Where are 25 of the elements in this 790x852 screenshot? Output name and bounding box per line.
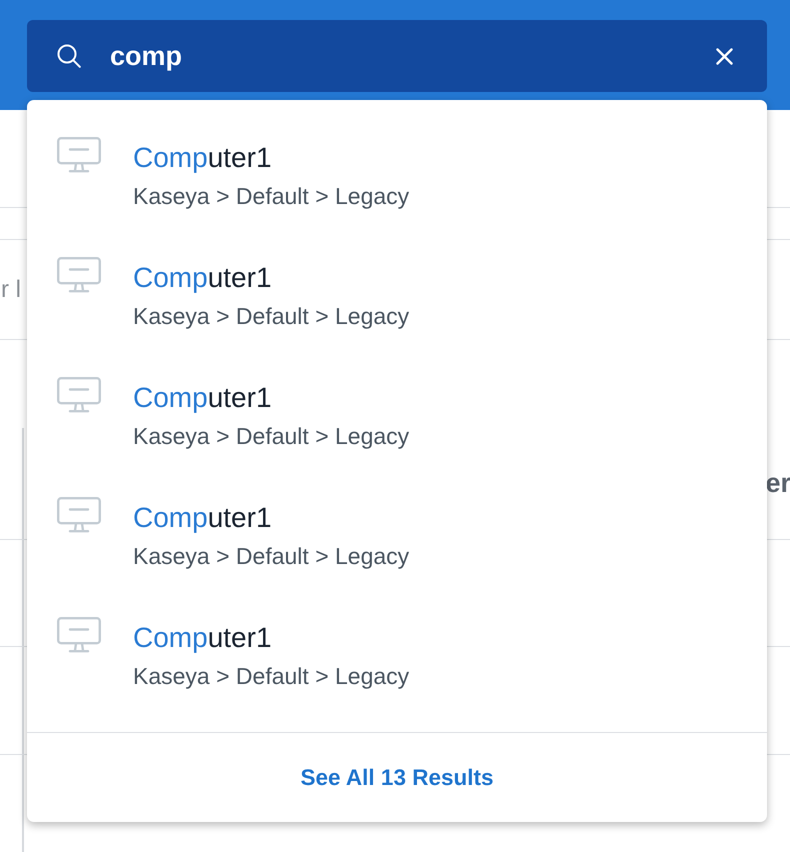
result-title: Computer1: [133, 382, 273, 414]
search-result-item[interactable]: Computer1 Kaseya > Default > Legacy: [27, 476, 767, 596]
see-all-link[interactable]: See All 13 Results: [300, 764, 494, 790]
close-icon: [716, 48, 732, 64]
search-result-item[interactable]: Computer1 Kaseya > Default > Legacy: [27, 596, 767, 716]
monitor-icon: [57, 497, 101, 533]
search-field[interactable]: comp: [27, 20, 767, 92]
monitor-icon: [57, 257, 101, 293]
search-result-item[interactable]: Computer1 Kaseya > Default > Legacy: [27, 116, 767, 236]
search-result-item[interactable]: Computer1 Kaseya > Default > Legacy: [27, 236, 767, 356]
result-title: Computer1: [133, 502, 273, 534]
result-path: Kaseya > Default > Legacy: [133, 662, 410, 690]
result-path: Kaseya > Default > Legacy: [133, 422, 410, 450]
result-title: Computer1: [133, 142, 273, 174]
result-title: Computer1: [133, 622, 273, 654]
result-path: Kaseya > Default > Legacy: [133, 542, 410, 570]
monitor-icon: [57, 617, 101, 653]
result-title: Computer1: [133, 262, 273, 294]
result-path: Kaseya > Default > Legacy: [133, 302, 410, 330]
monitor-icon: [57, 137, 101, 173]
search-icon: [57, 44, 81, 68]
monitor-icon: [57, 377, 101, 413]
search-result-item[interactable]: Computer1 Kaseya > Default > Legacy: [27, 356, 767, 476]
background-text: r l: [1, 276, 21, 304]
result-path: Kaseya > Default > Legacy: [133, 182, 410, 210]
